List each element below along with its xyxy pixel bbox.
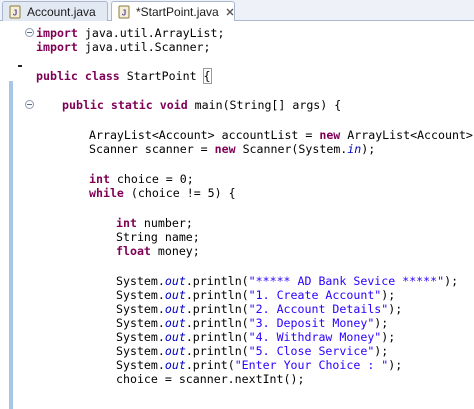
change-bar — [9, 81, 13, 409]
close-tab-icon[interactable] — [225, 6, 235, 18]
code-line-15: String name; — [116, 230, 200, 244]
code-line-23: System.out.println("5. Close Service"); — [116, 344, 389, 358]
fold-toggle-main[interactable] — [25, 100, 34, 109]
tab-account-java[interactable]: J Account.java — [2, 1, 108, 21]
quick-diff-ruler — [0, 21, 22, 409]
code-line-12: while (choice != 5) { — [89, 186, 236, 200]
java-file-icon: J — [8, 5, 22, 19]
code-line-2: import java.util.Scanner; — [36, 40, 211, 54]
code-line-25: choice = scanner.nextInt(); — [116, 372, 305, 386]
code-line-18: System.out.println("***** AD Bank Sevice… — [116, 274, 459, 288]
code-line-4: public class StartPoint { — [36, 68, 212, 84]
code-line-22: System.out.println("4. Withdraw Money"); — [116, 330, 396, 344]
fold-toggle-imports[interactable] — [25, 28, 34, 37]
code-line-21: System.out.println("3. Deposit Money"); — [116, 316, 389, 330]
code-line-6: public static void main(String[] args) { — [62, 98, 342, 112]
svg-text:J: J — [122, 9, 126, 18]
code-line-20: System.out.println("2. Account Details")… — [116, 302, 403, 316]
code-editor[interactable]: import java.util.ArrayList; import java.… — [0, 21, 474, 409]
change-marker — [18, 65, 22, 67]
tab-startpoint-java[interactable]: J *StartPoint.java — [111, 1, 235, 22]
code-line-1: import java.util.ArrayList; — [36, 26, 225, 40]
code-line-24: System.out.print("Enter Your Choice : ")… — [116, 358, 403, 372]
editor-tab-bar: J Account.java J *StartPoint.java — [0, 0, 474, 22]
java-file-icon: J — [117, 5, 131, 19]
tab-label: *StartPoint.java — [136, 5, 219, 19]
code-line-14: int number; — [116, 216, 193, 230]
code-line-19: System.out.println("1. Create Account"); — [116, 288, 396, 302]
code-line-16: float money; — [116, 244, 200, 258]
code-line-11: int choice = 0; — [89, 172, 194, 186]
svg-text:J: J — [13, 8, 17, 17]
code-line-8: ArrayList<Account> accountList = new Arr… — [89, 128, 474, 142]
tab-label: Account.java — [27, 4, 96, 19]
code-line-9: Scanner scanner = new Scanner(System.in)… — [89, 142, 376, 156]
